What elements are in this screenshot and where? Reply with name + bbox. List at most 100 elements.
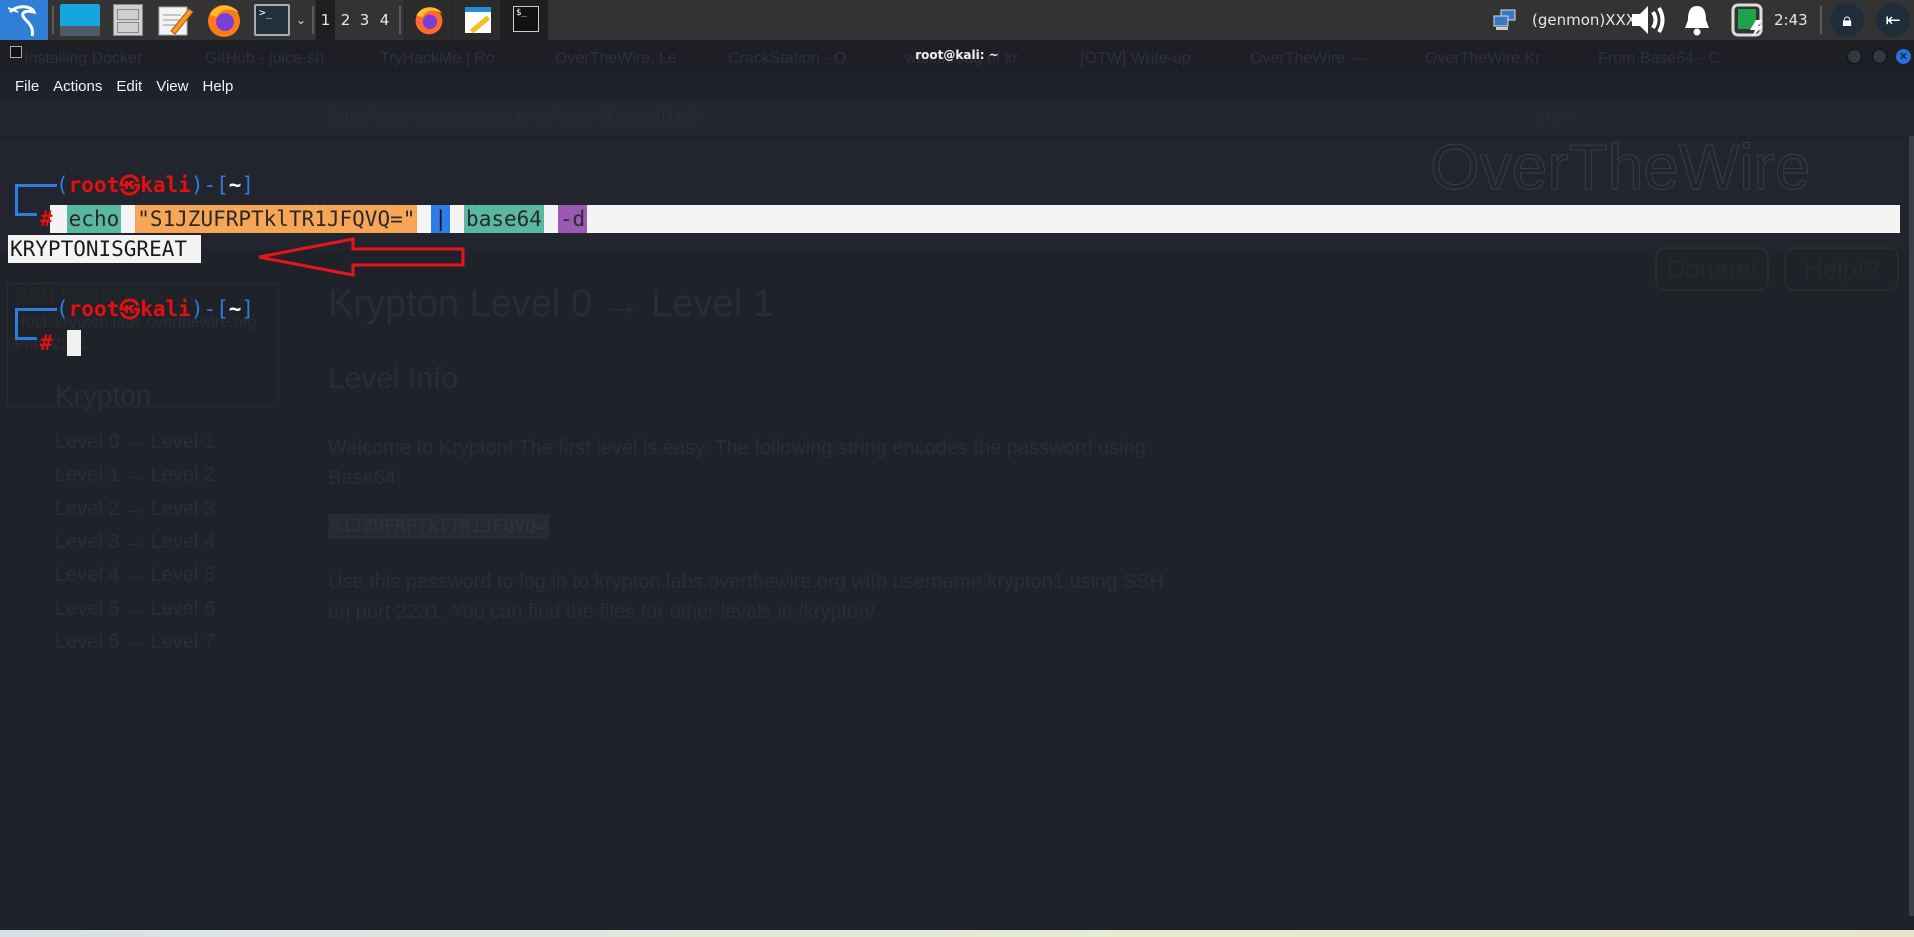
text-cursor <box>66 330 81 356</box>
terminal-launcher-dropdown[interactable]: ⌄ <box>294 0 308 40</box>
maximize-button[interactable] <box>1872 49 1887 64</box>
lock-icon: 🔒︎ <box>1830 3 1864 37</box>
taskbar-separator <box>399 6 401 34</box>
prompt-host: kali <box>140 297 191 321</box>
cmd-string: "S1JZUFRPTklTR1JFQVQ=" <box>135 205 418 233</box>
taskbar-separator <box>52 6 54 34</box>
show-desktop-button[interactable] <box>58 0 102 40</box>
prompt-hash: # <box>40 331 53 355</box>
task-firefox[interactable] <box>404 0 452 40</box>
file-manager-launcher[interactable] <box>108 0 148 40</box>
firefox-launcher[interactable] <box>202 0 246 40</box>
menu-actions[interactable]: Actions <box>53 78 102 95</box>
menu-file[interactable]: File <box>15 78 39 95</box>
notepad-pencil-icon <box>158 6 194 36</box>
kali-menu-button[interactable] <box>0 0 48 40</box>
minimize-button[interactable] <box>1847 49 1862 64</box>
menu-view[interactable]: View <box>156 78 188 95</box>
terminal-window: https://overthewire.org/wargames/krypton… <box>0 40 1914 930</box>
prompt-dir: ~ <box>228 173 242 197</box>
battery-charging-icon <box>1731 3 1763 37</box>
text-editor-launcher[interactable] <box>154 0 196 40</box>
genmon-label[interactable]: (genmon)XXX <box>1532 0 1636 40</box>
prompt-paren: ( <box>56 173 69 197</box>
menu-edit[interactable]: Edit <box>116 78 142 95</box>
notifications-button[interactable] <box>1680 0 1714 40</box>
terminal-icon: $_ <box>513 6 539 32</box>
workspace-3[interactable]: 3 <box>355 0 374 40</box>
cmd-base64: base64 <box>464 205 544 233</box>
firefox-icon <box>208 5 240 37</box>
taskbar-separator <box>1820 6 1822 34</box>
prompt-box-corner-lower <box>15 322 37 340</box>
ghost-level-link: Level 6 → Level 7 <box>55 631 216 653</box>
ghost-para-2: Use this password to log in to krypton.l… <box>328 571 1164 623</box>
terminal-icon: >_ <box>254 4 290 36</box>
command-output: KRYPTONISGREAT <box>8 235 202 263</box>
ghost-level-link: Level 1 → Level 2 <box>55 464 216 486</box>
prompt-close: ] <box>241 297 255 321</box>
ghost-browser-urlbar: https://overthewire.org/wargames/krypton… <box>268 104 1668 132</box>
prompt-host: kali <box>140 173 191 197</box>
cmd-flag: -d <box>557 205 588 233</box>
prompt-paren: ( <box>56 297 69 321</box>
network-icon[interactable] <box>1490 0 1520 40</box>
volume-button[interactable] <box>1628 0 1668 40</box>
ghost-level-link: Level 4 → Level 5 <box>55 564 216 586</box>
kali-skull-icon: ㉿ <box>119 298 141 322</box>
workspace-4[interactable]: 4 <box>375 0 394 40</box>
workspace-1[interactable]: 1 <box>316 0 335 40</box>
ghost-sidebar-title: Krypton <box>55 380 152 411</box>
ghost-help-button: Help!? <box>1784 247 1899 291</box>
ghost-para-1: Welcome to Krypton! The first level is e… <box>328 437 1146 489</box>
task-terminal[interactable]: $_ <box>500 0 548 40</box>
kali-skull-icon: ㉿ <box>119 174 141 198</box>
ghost-donate-button: Donate! <box>1655 247 1769 291</box>
chevron-down-icon: ⌄ <box>295 13 307 27</box>
ghost-code: S1JZUFRPTklTR1JFQVQ= <box>328 514 549 539</box>
terminal-titlebar[interactable]: Installing Docker GitHub - juice-sh TryH… <box>0 40 1914 72</box>
kali-dragon-icon <box>7 5 37 37</box>
logout-icon: ⇤ <box>1876 3 1910 37</box>
file-cabinet-icon <box>113 4 143 36</box>
ghost-level-link: Level 3 → Level 4 <box>55 531 216 553</box>
prompt-close: ] <box>241 173 255 197</box>
ghost-zoom-level: 140% <box>1536 108 1572 124</box>
desktop-background-strip <box>0 930 1914 937</box>
command-line: # echo "S1JZUFRPTklTR1JFQVQ=" | base64 -d <box>40 205 588 233</box>
lock-screen-button[interactable]: 🔒︎ <box>1828 0 1866 40</box>
close-icon: ✕ <box>1898 50 1909 63</box>
prompt-mid: )-[ <box>190 297 229 321</box>
menu-help[interactable]: Help <box>202 78 233 95</box>
network-computers-icon <box>1493 9 1516 30</box>
logout-button[interactable]: ⇤ <box>1874 0 1912 40</box>
prompt-dir: ~ <box>228 297 242 321</box>
terminal-launcher[interactable]: >_ <box>252 0 292 40</box>
ghost-url-text: https://overthewire.org/wargames/krypton… <box>328 108 698 125</box>
ghost-page-heading: Krypton Level 0 → Level 1 <box>328 283 774 325</box>
cmd-pipe: | <box>431 205 451 233</box>
notepad-icon <box>465 7 491 34</box>
workspace-2[interactable]: 2 <box>336 0 355 40</box>
prompt-hash: # <box>40 207 53 231</box>
task-mousepad[interactable] <box>452 0 500 40</box>
desktop-icon <box>60 4 100 36</box>
input-line[interactable]: # <box>40 329 81 357</box>
close-button[interactable]: ✕ <box>1896 49 1911 64</box>
power-manager-button[interactable] <box>1728 0 1768 40</box>
cmd-echo: echo <box>66 205 122 233</box>
prompt-line: (root ㉿ kali)-[~] <box>56 171 254 199</box>
ghost-level-link: Level 2 → Level 3 <box>55 498 216 520</box>
firefox-icon <box>415 7 443 35</box>
terminal-scrollbar[interactable] <box>1909 136 1914 916</box>
bell-icon <box>1685 6 1709 36</box>
ghost-level-link: Level 0 → Level 1 <box>55 431 216 453</box>
red-arrow-annotation <box>258 237 465 277</box>
prompt-user: root <box>68 173 120 197</box>
prompt-mid: )-[ <box>190 173 229 197</box>
window-title: root@kali: ~ <box>915 48 999 62</box>
speaker-volume-icon <box>1632 6 1665 34</box>
prompt-box-corner-lower <box>15 198 37 216</box>
clock[interactable]: 2:43 <box>1774 0 1808 40</box>
taskbar: >_ ⌄ 1 2 3 4 $_ (genmon)XXX 2:43 🔒︎ ⇤ <box>0 0 1914 40</box>
